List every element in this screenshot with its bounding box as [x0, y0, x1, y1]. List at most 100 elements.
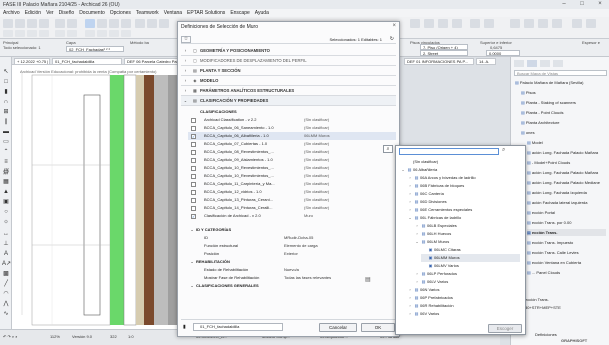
- scale-value[interactable]: 322: [110, 334, 117, 339]
- navigator-search[interactable]: Buscar Mapa de Vistas: [514, 70, 607, 76]
- layers-icon[interactable]: [135, 19, 145, 28]
- checkbox[interactable]: [191, 117, 196, 123]
- classification-option[interactable]: ▣ 06LMV Varios: [421, 262, 520, 270]
- pen-icon[interactable]: [55, 30, 65, 37]
- classification-option[interactable]: ▣ 06LMC Citaras: [421, 246, 520, 254]
- mesh-icon[interactable]: ▲: [2, 189, 10, 196]
- undo-icon[interactable]: ↶ ↷ ⌕ ⌕: [3, 334, 18, 339]
- section-icon[interactable]: [159, 19, 169, 28]
- detail-icon[interactable]: [27, 30, 37, 37]
- layout-book-icon[interactable]: [540, 60, 550, 67]
- zoom-level[interactable]: 112%: [50, 334, 60, 339]
- zoom-out-icon[interactable]: [97, 30, 107, 37]
- classification-value[interactable]: Muro: [304, 212, 392, 220]
- curtain-wall-icon[interactable]: ▦: [2, 179, 10, 186]
- close-icon[interactable]: ×: [392, 23, 396, 29]
- label-icon[interactable]: A↗: [2, 261, 11, 268]
- beam-icon[interactable]: ▬: [2, 129, 10, 136]
- save-icon[interactable]: [15, 19, 25, 28]
- property-row[interactable]: ID MRudir-Dcha-05: [188, 234, 396, 242]
- navigator-item[interactable]: ▤ ección Trans. Calle Levies: [527, 249, 606, 256]
- menu-item[interactable]: Archivo: [3, 10, 20, 16]
- zoom-in-icon[interactable]: [85, 30, 95, 37]
- tab-elevation[interactable]: 14. A.: [476, 58, 496, 65]
- navigator-item[interactable]: ▤ Pisos: [521, 89, 606, 96]
- filter-icon[interactable]: [410, 19, 420, 28]
- property-row[interactable]: Posición Exterior: [188, 250, 396, 258]
- navigator-item[interactable]: ▤ ección Ventana en Cubierta: [527, 259, 606, 266]
- section-profile-modifiers[interactable]: › ▢ MODIFICADORES DE DESPLAZAMIENTO DEL PE…: [181, 56, 396, 66]
- menu-item[interactable]: Ver: [46, 10, 54, 16]
- property-value[interactable]: Elemento de carga: [284, 242, 394, 250]
- open-icon[interactable]: [3, 19, 13, 28]
- spline-icon[interactable]: ∿: [2, 311, 10, 318]
- classification-row[interactable]: ✓ Clasificación de Archicad - v 2.0 Muro: [188, 212, 396, 220]
- favorites-icon[interactable]: ☆: [181, 36, 191, 43]
- navigator-item[interactable]: ▤ ación Long. Fachada Palacio Mediane: [527, 179, 606, 186]
- menu-item[interactable]: Ventana: [164, 10, 182, 16]
- arc-icon[interactable]: ◠: [2, 291, 10, 298]
- cancel-button[interactable]: Cancelar: [319, 323, 357, 332]
- arrow-tool-icon[interactable]: [55, 19, 65, 28]
- classification-value[interactable]: (Sin clasificar): [304, 148, 392, 156]
- library-icon[interactable]: [510, 19, 520, 28]
- classification-value[interactable]: (Sin clasificar): [304, 204, 392, 212]
- level-icon[interactable]: ⊥: [2, 241, 10, 248]
- menu-item[interactable]: Diseño: [59, 10, 75, 16]
- navigator-item[interactable]: ▤ ación Long. Fachada Izquierda: [527, 189, 606, 196]
- classification-search-input[interactable]: [399, 148, 499, 155]
- property-value[interactable]: Todas las fases relevantes: [284, 274, 394, 282]
- navigator-item[interactable]: ▤ ación Long. Fachada Palacio Mañara: [527, 149, 606, 156]
- classification-option[interactable]: ⌄ ▤ 06L Fábricas de ladrillo: [407, 214, 520, 222]
- checkbox[interactable]: [191, 189, 196, 195]
- schedule-icon[interactable]: [524, 19, 534, 28]
- wall-tool-icon[interactable]: [85, 19, 95, 28]
- checkbox[interactable]: [191, 173, 196, 179]
- checkbox[interactable]: [191, 125, 196, 131]
- arrow-icon[interactable]: ↖: [2, 69, 10, 76]
- worksheet-icon[interactable]: [39, 30, 49, 37]
- layer-selector[interactable]: 01_FCH_fachadaldilla: [193, 323, 283, 331]
- snap-icon[interactable]: [109, 19, 119, 28]
- 3d-view-icon[interactable]: [147, 19, 157, 28]
- classification-option[interactable]: (Sin clasificar): [400, 158, 520, 166]
- section-classification[interactable]: ⌄ ▤ CLASIFICACIÓN Y PROPIEDADES: [181, 96, 396, 106]
- minimize-icon[interactable]: –: [555, 0, 573, 9]
- classification-option[interactable]: › ▤ 06N Varios: [407, 286, 520, 294]
- navigator-item[interactable]: ▤ ección Trans. por 0.00: [527, 219, 606, 226]
- classification-value[interactable]: (Sin clasificar): [304, 140, 392, 148]
- section-floor-plan[interactable]: › ▤ PLANTA Y SECCIÓN: [181, 66, 396, 76]
- classification-option[interactable]: › ▤ 06LH Huecos: [414, 230, 520, 238]
- classification-option[interactable]: › ▤ 06LV Varios: [414, 278, 520, 286]
- maximize-icon[interactable]: □: [573, 0, 591, 9]
- tab-layer[interactable]: 01_FCH_fachadaldilla: [52, 58, 122, 65]
- classification-value[interactable]: 06LMM Muros: [304, 132, 392, 140]
- teamwork-icon[interactable]: [552, 19, 562, 28]
- classification-row[interactable]: BCCA_Capitulo_07_Cubiertas - 1.0 (Sin cla…: [188, 140, 396, 148]
- classification-option[interactable]: › ▤ 06A Arcos y bóvedas de ladrillo: [407, 174, 520, 182]
- checkbox[interactable]: [191, 165, 196, 171]
- checkbox[interactable]: [191, 205, 196, 211]
- menu-item[interactable]: Ayuda: [255, 10, 269, 16]
- property-value[interactable]: MRudir-Dcha-05: [284, 234, 394, 242]
- classification-value[interactable]: (Sin clasificar): [304, 164, 392, 172]
- plan-icon[interactable]: [3, 30, 13, 37]
- publisher-icon[interactable]: [553, 60, 563, 67]
- classification-row[interactable]: ✓ BCCA_Capitulo_06_Albañileria - 1.0 06LMM…: [188, 132, 396, 140]
- classification-value[interactable]: (Sin clasificar): [304, 180, 392, 188]
- help-icon[interactable]: [586, 19, 596, 28]
- object-icon[interactable]: [438, 19, 448, 28]
- classification-row[interactable]: BCCA_Capitulo_14_Pinturas_Ceralli... (Sin…: [188, 204, 396, 212]
- classification-option[interactable]: › ▤ 06P Prefabricados: [407, 294, 520, 302]
- classification-option[interactable]: › ▤ 06B Fábricas de bloques: [407, 182, 520, 190]
- navigator-item[interactable]: ▤ Model: [527, 139, 606, 146]
- classification-option[interactable]: › ▤ 06V Varios: [407, 310, 520, 318]
- fill-icon[interactable]: ▩: [2, 271, 10, 278]
- classification-value[interactable]: (Sin clasificar): [304, 156, 392, 164]
- line-icon[interactable]: ╱: [2, 281, 10, 288]
- classification-value[interactable]: (Sin clasificar): [304, 172, 392, 180]
- classification-row[interactable]: Archicad Classification - v 2.2 (Sin clas…: [188, 116, 396, 124]
- classification-row[interactable]: BCCA_Capitulo_06_Saneamiento - 1.0 (Sin c…: [188, 124, 396, 132]
- settings-button[interactable]: Definiciones: [535, 332, 557, 337]
- window-icon[interactable]: ⊞: [2, 109, 10, 116]
